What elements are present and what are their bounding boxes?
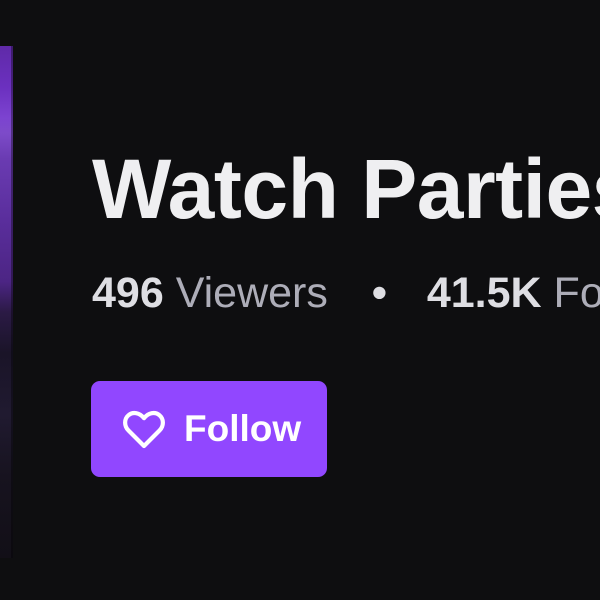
viewers-count: 496 [92,269,164,317]
category-title: Watch Parties [92,142,600,236]
followers-label: Followers [553,269,600,317]
follow-button[interactable]: Follow [91,381,327,477]
heart-icon [123,410,165,449]
category-box-art[interactable] [0,46,13,558]
stats-separator: • [371,269,387,317]
viewers-label: Viewers [175,269,328,317]
followers-count: 41.5K [426,269,542,317]
category-header: Watch Parties 496 Viewers • 41.5K Follow… [0,0,600,600]
category-stats: 496 Viewers • 41.5K Followers [92,266,600,320]
follow-button-label: Follow [184,408,302,449]
